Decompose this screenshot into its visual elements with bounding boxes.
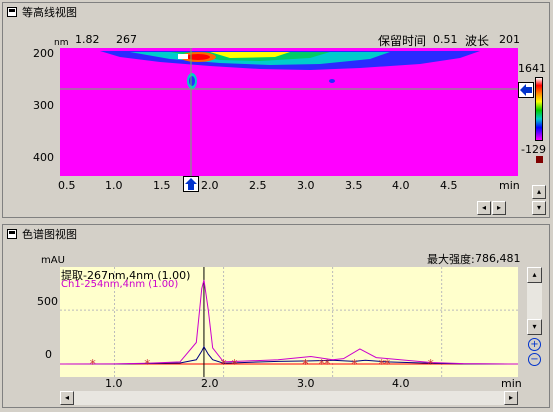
peak-marker: *: [144, 357, 150, 371]
contour-x-tick: 4.0: [392, 179, 410, 192]
scroll-up-button[interactable]: ▴: [532, 185, 546, 199]
peak-marker: *: [351, 357, 357, 371]
contour-x-tick: 4.5: [440, 179, 458, 192]
contour-peak-red: [186, 54, 210, 60]
chrom-scroll-right-button[interactable]: ▸: [504, 391, 518, 405]
window-icon[interactable]: [7, 7, 17, 17]
scale-max-label: 1641: [518, 62, 546, 75]
cursor-wavelength-readout: 267: [116, 33, 137, 46]
contour-x-tick: 0.5: [58, 179, 76, 192]
contour-y-tick: 300: [33, 99, 54, 112]
wavelength-label: 波长: [465, 34, 490, 48]
contour-x-tick: 1.5: [153, 179, 171, 192]
contour-plot[interactable]: [60, 48, 518, 176]
peak-marker: *: [231, 357, 237, 371]
left-arrow-icon: [520, 84, 532, 96]
contour-x-tick: 3.5: [345, 179, 363, 192]
chromatogram-view-panel: 色谱图视图 mAU 最大强度: 786,481 ************* 提取…: [2, 224, 550, 408]
nm-unit-label: nm: [54, 38, 69, 48]
window-icon[interactable]: [7, 229, 17, 239]
max-intensity-label: 最大强度:: [427, 253, 475, 266]
peak-marker: *: [90, 357, 96, 371]
peak-marker: *: [302, 357, 308, 371]
contour-x-tick: 2.0: [201, 179, 219, 192]
contour-y-tick: 200: [33, 47, 54, 60]
scroll-down-button[interactable]: ▾: [532, 201, 546, 215]
chrom-x-tick: 1.0: [105, 377, 123, 390]
contour-small-spot: [329, 79, 335, 83]
contour-x-unit: min: [499, 179, 520, 192]
max-intensity-value: 786,481: [475, 252, 521, 265]
cursor-time-readout: 1.82: [75, 33, 100, 46]
chrom-y-tick: 500: [37, 295, 58, 308]
scale-min-swatch: [536, 156, 543, 163]
zoom-in-icon[interactable]: +: [528, 338, 541, 351]
chrom-x-tick: 2.0: [201, 377, 219, 390]
chrom-vertical-scrolltrack[interactable]: [527, 283, 542, 319]
chrom-horizontal-scrolltrack[interactable]: [74, 391, 504, 405]
scale-min-label: -129: [521, 143, 546, 156]
contour-x-tick: 3.0: [297, 179, 315, 192]
contour-x-tick: 1.0: [105, 179, 123, 192]
chrom-x-tick: 3.0: [297, 377, 315, 390]
contour-view-panel: 等高线视图 nm 1.82 267 保留时间 0.51 波长 201 200 3…: [2, 2, 550, 218]
scroll-right-button[interactable]: ▸: [492, 201, 506, 215]
retention-time-value: 0.51: [433, 33, 458, 46]
chrom-title: 色谱图视图: [22, 228, 77, 241]
peak-marker: *: [384, 357, 390, 371]
contour-x-tick: 2.5: [249, 179, 267, 192]
chrom-scroll-down-button[interactable]: ▾: [527, 319, 542, 335]
y-unit-label: mAU: [41, 255, 65, 266]
contour-title: 等高线视图: [22, 6, 77, 19]
chrom-x-unit: min: [501, 377, 522, 390]
retention-time-label: 保留时间: [378, 34, 427, 48]
time-cursor-handle[interactable]: [183, 176, 199, 192]
chrom-y-tick: 0: [45, 348, 52, 361]
peak-marker: *: [428, 357, 434, 371]
chrom-scroll-up-button[interactable]: ▴: [527, 267, 542, 283]
legend-ch1: Ch1-254nm,4nm (1.00): [61, 279, 179, 290]
chrom-scroll-left-button[interactable]: ◂: [60, 391, 74, 405]
chrom-titlebar: 色谱图视图: [3, 225, 549, 243]
scroll-left-button[interactable]: ◂: [477, 201, 491, 215]
peak-marker: *: [221, 357, 227, 371]
contour-spot-core: [189, 76, 195, 86]
zoom-out-icon[interactable]: −: [528, 353, 541, 366]
color-scale-bar: [535, 77, 543, 141]
wavelength-value: 201: [499, 33, 520, 46]
up-arrow-icon: [185, 178, 197, 190]
contour-peak-white: [178, 54, 188, 59]
chrom-x-tick: 4.0: [392, 377, 410, 390]
wavelength-cursor-handle[interactable]: [518, 82, 534, 98]
contour-y-tick: 400: [33, 151, 54, 164]
peak-marker: *: [324, 357, 330, 371]
contour-titlebar: 等高线视图: [3, 3, 549, 21]
